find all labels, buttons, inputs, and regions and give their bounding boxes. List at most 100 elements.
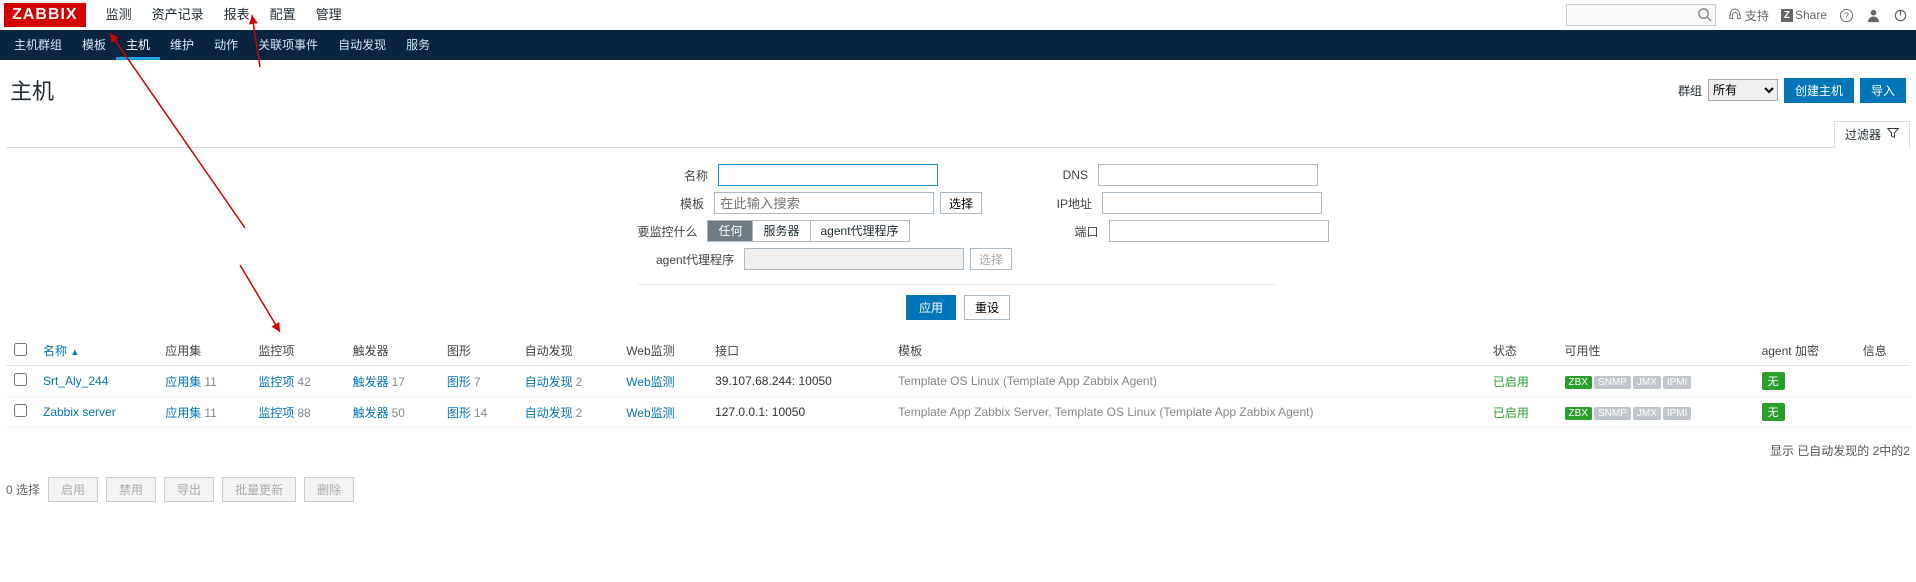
filter-proxy-select-button: 选择 [970, 248, 1012, 270]
filter-icon [1887, 127, 1899, 142]
subnav-templates[interactable]: 模板 [72, 30, 116, 60]
seg-proxy[interactable]: agent代理程序 [811, 221, 909, 241]
col-status[interactable]: 状态 [1485, 336, 1557, 366]
topmenu-administration[interactable]: 管理 [306, 0, 352, 30]
filter-dns-input[interactable] [1098, 164, 1318, 186]
subnav-hostgroups[interactable]: 主机群组 [4, 30, 72, 60]
page-title: 主机 [10, 74, 54, 106]
col-templates[interactable]: 模板 [890, 336, 1485, 366]
row-checkbox[interactable] [14, 373, 27, 386]
discovery-link[interactable]: 自动发现 [525, 375, 573, 389]
apps-link[interactable]: 应用集 [165, 375, 201, 389]
group-label: 群组 [1678, 82, 1702, 99]
topmenu-reports[interactable]: 报表 [214, 0, 260, 30]
filter-port-input[interactable] [1109, 220, 1329, 242]
col-interface[interactable]: 接口 [707, 336, 890, 366]
templates-cell: Template App Zabbix Server, Template OS … [890, 397, 1485, 428]
seg-any[interactable]: 任何 [708, 221, 753, 241]
filter-ip-label: IP地址 [1022, 195, 1102, 212]
web-link[interactable]: Web监测 [626, 406, 674, 420]
filter-tab[interactable]: 过滤器 [1834, 121, 1910, 148]
availability-cell: ZBX SNMP JMX IPMI [1565, 376, 1692, 389]
enable-button[interactable]: 启用 [48, 477, 98, 502]
status-link[interactable]: 已启用 [1493, 375, 1529, 389]
subnav-correlation[interactable]: 关联项事件 [248, 30, 328, 60]
logo[interactable]: ZABBIX [4, 3, 86, 27]
col-encryption: agent 加密 [1754, 336, 1855, 366]
filter-template-label: 模板 [594, 195, 714, 212]
interface-cell: 127.0.0.1: 10050 [707, 397, 890, 428]
filter-name-input[interactable] [718, 164, 938, 186]
encryption-badge: 无 [1762, 372, 1785, 390]
filter-apply-button[interactable]: 应用 [906, 295, 956, 320]
mass-update-button[interactable]: 批量更新 [222, 477, 296, 502]
items-link[interactable]: 监控项 [258, 406, 294, 420]
col-info: 信息 [1855, 336, 1910, 366]
col-apps[interactable]: 应用集 [157, 336, 250, 366]
subnav-actions[interactable]: 动作 [204, 30, 248, 60]
subnav-maintenance[interactable]: 维护 [160, 30, 204, 60]
graphs-link[interactable]: 图形 [447, 406, 471, 420]
footer-summary: 显示 已自动发现的 2中的2 [0, 434, 1916, 467]
triggers-link[interactable]: 触发器 [353, 375, 389, 389]
subnav-hosts[interactable]: 主机 [116, 30, 160, 60]
disable-button[interactable]: 禁用 [106, 477, 156, 502]
col-name[interactable]: 名称 ▲ [43, 344, 79, 358]
col-discovery[interactable]: 自动发现 [517, 336, 619, 366]
selected-count: 0 选择 [6, 481, 40, 498]
col-availability: 可用性 [1557, 336, 1754, 366]
topmenu-monitoring[interactable]: 监测 [96, 0, 142, 30]
topmenu-configuration[interactable]: 配置 [260, 0, 306, 30]
graphs-link[interactable]: 图形 [447, 375, 471, 389]
subnav-services[interactable]: 服务 [396, 30, 440, 60]
user-icon[interactable] [1866, 8, 1881, 23]
col-web[interactable]: Web监测 [618, 336, 707, 366]
search-wrap [1566, 4, 1716, 26]
search-icon[interactable] [1697, 7, 1712, 25]
filter-template-select-button[interactable]: 选择 [940, 192, 982, 214]
host-name-link[interactable]: Zabbix server [43, 405, 116, 419]
row-checkbox[interactable] [14, 404, 27, 417]
svg-text:?: ? [1844, 10, 1849, 20]
info-cell [1855, 397, 1910, 428]
col-graphs[interactable]: 图形 [439, 336, 517, 366]
support-label: 支持 [1745, 7, 1769, 24]
web-link[interactable]: Web监测 [626, 375, 674, 389]
export-button[interactable]: 导出 [164, 477, 214, 502]
col-items[interactable]: 监控项 [250, 336, 344, 366]
seg-server[interactable]: 服务器 [753, 221, 810, 241]
support-link[interactable]: 支持 [1728, 7, 1769, 24]
search-input[interactable] [1566, 4, 1716, 26]
filter-proxy-label: agent代理程序 [624, 251, 744, 268]
share-link[interactable]: Z Share [1781, 8, 1827, 22]
status-link[interactable]: 已启用 [1493, 406, 1529, 420]
subnav: 主机群组 模板 主机 维护 动作 关联项事件 自动发现 服务 [0, 30, 1916, 60]
filter-proxy-input[interactable] [744, 248, 964, 270]
top-menu: 监测 资产记录 报表 配置 管理 [96, 0, 352, 30]
help-icon[interactable]: ? [1839, 8, 1854, 23]
apps-link[interactable]: 应用集 [165, 406, 201, 420]
create-host-button[interactable]: 创建主机 [1784, 78, 1854, 103]
host-name-link[interactable]: Srt_Aly_244 [43, 374, 108, 388]
select-all-checkbox[interactable] [14, 343, 27, 356]
filter-port-label: 端口 [1029, 223, 1109, 240]
subnav-discovery[interactable]: 自动发现 [328, 30, 396, 60]
filter-monitor-label: 要监控什么 [587, 223, 707, 240]
discovery-link[interactable]: 自动发现 [525, 406, 573, 420]
filter-monitor-segment: 任何 服务器 agent代理程序 [707, 220, 909, 242]
import-button[interactable]: 导入 [1860, 78, 1906, 103]
availability-cell: ZBX SNMP JMX IPMI [1565, 407, 1692, 420]
triggers-link[interactable]: 触发器 [353, 406, 389, 420]
power-icon[interactable] [1893, 8, 1908, 23]
topmenu-inventory[interactable]: 资产记录 [142, 0, 214, 30]
col-triggers[interactable]: 触发器 [345, 336, 439, 366]
delete-button[interactable]: 删除 [304, 477, 354, 502]
hosts-table: 名称 ▲ 应用集 监控项 触发器 图形 自动发现 Web监测 接口 模板 状态 … [6, 336, 1910, 428]
filter-reset-button[interactable]: 重设 [964, 295, 1010, 320]
filter-ip-input[interactable] [1102, 192, 1322, 214]
items-link[interactable]: 监控项 [258, 375, 294, 389]
group-select[interactable]: 所有 [1708, 79, 1778, 101]
info-cell [1855, 366, 1910, 397]
table-row: Zabbix server 应用集11 监控项88 触发器50 图形14 自动发… [6, 397, 1910, 428]
filter-template-input[interactable] [714, 192, 934, 214]
